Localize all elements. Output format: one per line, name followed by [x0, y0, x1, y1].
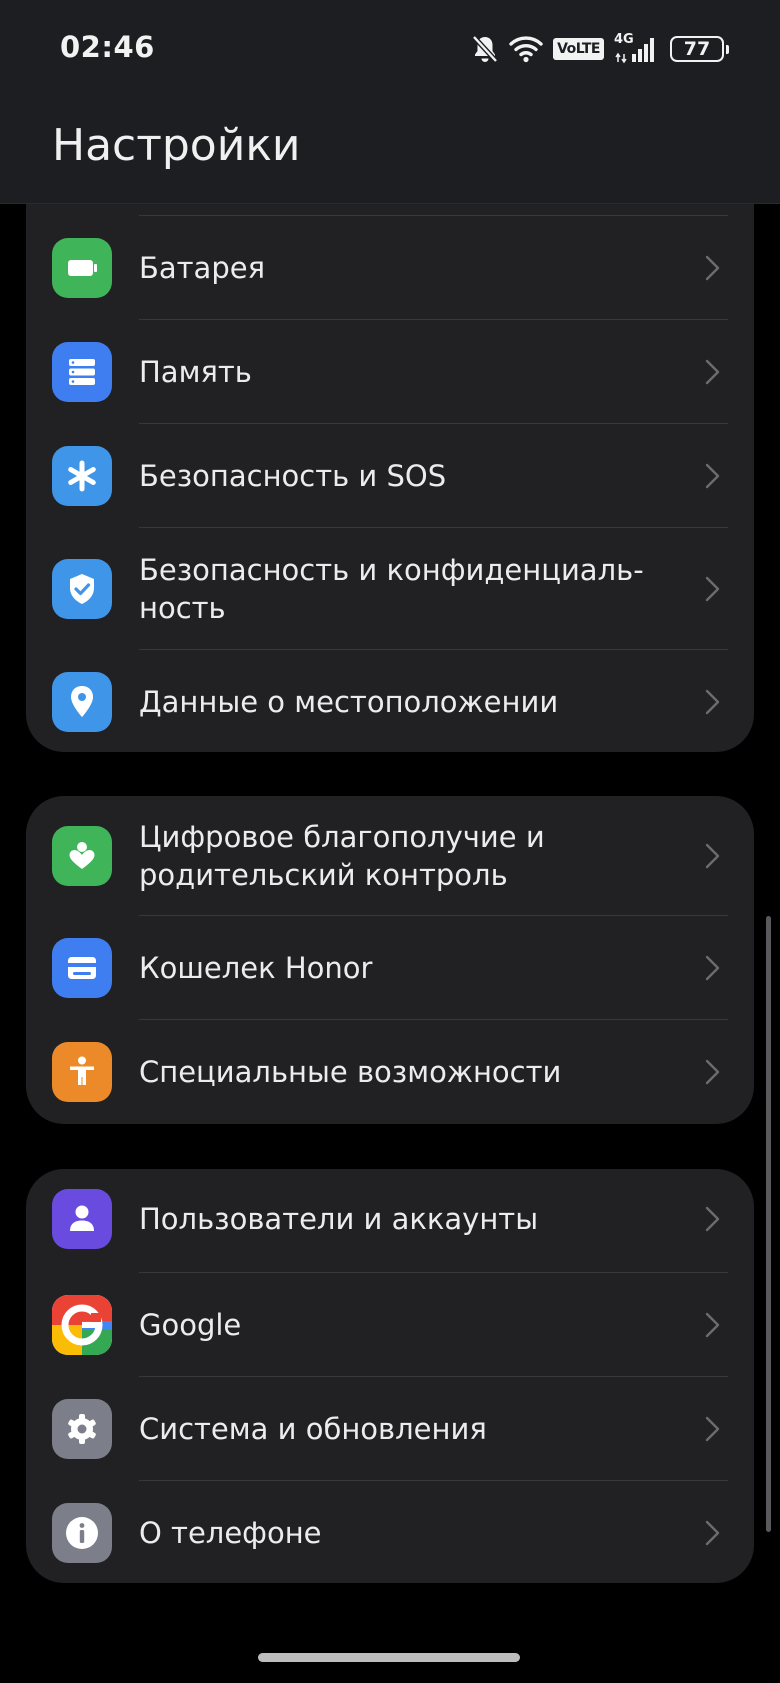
gear-icon: [52, 1399, 112, 1459]
settings-item-honor-wallet[interactable]: Кошелек Honor: [26, 916, 754, 1020]
status-time: 02:46: [60, 30, 155, 64]
battery-level: 77: [683, 38, 711, 60]
settings-item-battery[interactable]: Батарея: [26, 216, 754, 320]
battery-icon: [52, 238, 112, 298]
chevron-right-icon: [705, 359, 720, 385]
settings-item-security-sos[interactable]: Безопасность и SOS: [26, 424, 754, 528]
wallet-icon: [52, 938, 112, 998]
settings-group-1: Батарея Память Безопасность и SOS Безопа…: [26, 150, 754, 752]
settings-group-2: Цифровое благополучие и родительский кон…: [26, 796, 754, 1124]
settings-item-label: Цифровое благополучие и родительский кон…: [139, 818, 674, 894]
settings-item-storage[interactable]: Память: [26, 320, 754, 424]
home-indicator[interactable]: [258, 1653, 520, 1662]
location-pin-icon: [52, 672, 112, 732]
settings-item-system-updates[interactable]: Система и обновления: [26, 1377, 754, 1481]
settings-item-label: Данные о местоположении: [139, 685, 559, 719]
settings-item-users-accounts[interactable]: Пользователи и аккаунты: [26, 1169, 754, 1273]
chevron-right-icon: [705, 689, 720, 715]
settings-item-label: О телефоне: [139, 1516, 322, 1550]
status-icons: VoLTE 4G 77: [471, 32, 729, 66]
storage-icon: [52, 342, 112, 402]
settings-item-digital-wellbeing[interactable]: Цифровое благополучие и родительский кон…: [26, 796, 754, 916]
page-title: Настройки: [52, 120, 301, 171]
chevron-right-icon: [705, 1312, 720, 1338]
settings-item-accessibility[interactable]: Специальные возможности: [26, 1020, 754, 1124]
settings-item-label: Безопасность и конфиденциаль- ность: [139, 551, 674, 627]
settings-item-label: Система и обновления: [139, 1412, 487, 1446]
settings-item-google[interactable]: Google: [26, 1273, 754, 1377]
settings-item-label: Специальные возможности: [139, 1055, 562, 1089]
settings-item-label: Память: [139, 355, 252, 389]
chevron-right-icon: [705, 1416, 720, 1442]
scrollbar[interactable]: [766, 916, 771, 1532]
accessibility-icon: [52, 1042, 112, 1102]
chevron-right-icon: [705, 1059, 720, 1085]
settings-group-3: Пользователи и аккаунты Google Система и…: [26, 1169, 754, 1583]
user-icon: [52, 1189, 112, 1249]
settings-item-label: Пользователи и аккаунты: [139, 1202, 539, 1236]
asterisk-icon: [52, 446, 112, 506]
settings-item-label-line: Цифровое благополучие и: [139, 820, 545, 854]
info-icon: [52, 1503, 112, 1563]
settings-item-label: Безопасность и SOS: [139, 459, 447, 493]
settings-item-label: Google: [139, 1308, 242, 1342]
shield-check-icon: [52, 559, 112, 619]
settings-item-label-line: родительский контроль: [139, 858, 508, 892]
chevron-right-icon: [705, 255, 720, 281]
status-bar: 02:46 VoLTE 4G 77: [0, 0, 780, 98]
app-header: 02:46 VoLTE 4G 77 Настройки: [0, 0, 780, 204]
settings-item-label-line: Безопасность и конфиденциаль-: [139, 553, 644, 587]
wifi-icon: [509, 35, 543, 63]
settings-item-label: Батарея: [139, 251, 266, 285]
chevron-right-icon: [705, 1206, 720, 1232]
settings-item-about-phone[interactable]: О телефоне: [26, 1481, 754, 1583]
battery-indicator: 77: [670, 36, 729, 62]
chevron-right-icon: [705, 843, 720, 869]
settings-item-location[interactable]: Данные о местоположении: [26, 650, 754, 752]
settings-item-label-line: ность: [139, 591, 226, 625]
cellular-signal-icon: 4G: [614, 32, 660, 64]
chevron-right-icon: [705, 463, 720, 489]
google-icon: [52, 1295, 112, 1355]
chevron-right-icon: [705, 955, 720, 981]
digital-wellbeing-icon: [52, 826, 112, 886]
chevron-right-icon: [705, 1520, 720, 1546]
settings-item-label: Кошелек Honor: [139, 951, 373, 985]
chevron-right-icon: [705, 576, 720, 602]
volte-badge: VoLTE: [553, 38, 604, 60]
notifications-muted-icon: [471, 34, 499, 64]
settings-item-privacy[interactable]: Безопасность и конфиденциаль- ность: [26, 528, 754, 650]
